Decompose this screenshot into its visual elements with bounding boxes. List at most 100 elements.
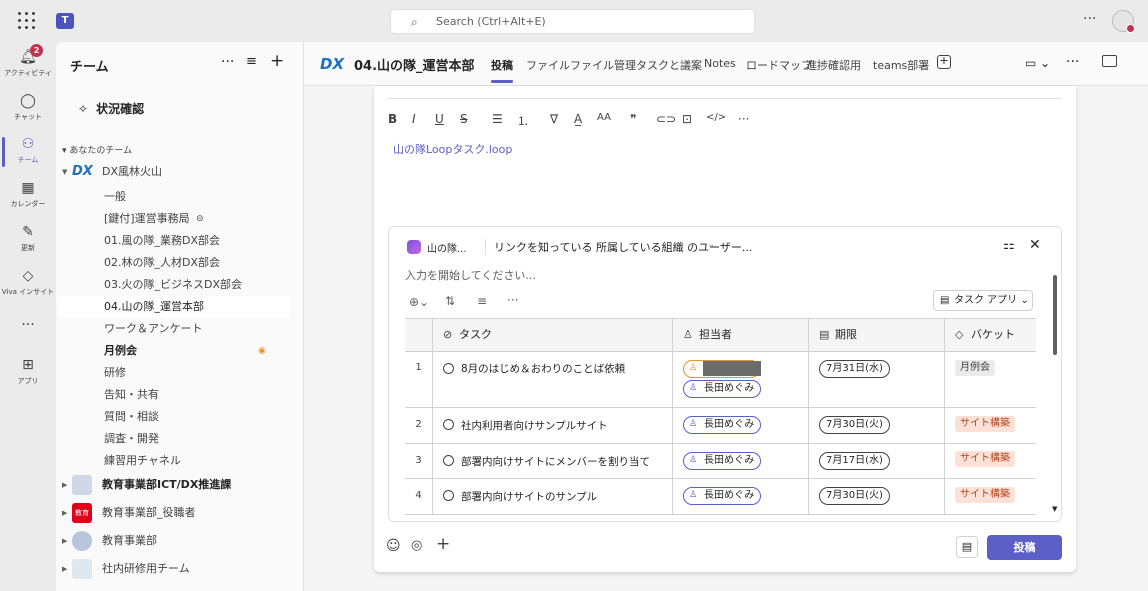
loop-input[interactable]: 入力を開始してください... bbox=[405, 267, 536, 283]
link-icon[interactable]: ⊂⊃ bbox=[656, 112, 676, 126]
column-header-task[interactable]: ⊘ タスク bbox=[433, 319, 673, 352]
loop-name[interactable]: 山の隊... bbox=[427, 240, 467, 255]
assignee-cell[interactable]: ♙ ♙ 長田めぐみ bbox=[673, 352, 809, 407]
bucket-cell[interactable]: サイト構築 bbox=[945, 479, 1036, 514]
filter-icon[interactable]: ≡ bbox=[477, 294, 487, 308]
numbered-list-icon[interactable]: ⒈ bbox=[517, 112, 529, 129]
rail-viva-insights[interactable]: ◇ Viva インサイト bbox=[0, 263, 56, 307]
search-input[interactable]: ⌕ Search (Ctrl+Alt+E) bbox=[390, 9, 755, 34]
more-format-icon[interactable]: ··· bbox=[738, 112, 749, 126]
team-item[interactable]: ▶ 教育 教育事業部_役職者 bbox=[56, 502, 303, 524]
tab-progress[interactable]: 進捗確認用 bbox=[806, 57, 861, 73]
channel-item[interactable]: 月例会 ◉ bbox=[56, 340, 303, 362]
task-app-dropdown[interactable]: ▤ タスク アプリ ⌄ bbox=[933, 290, 1033, 311]
more-options-icon[interactable]: ··· bbox=[1083, 11, 1096, 27]
user-avatar[interactable] bbox=[1112, 10, 1135, 33]
tab-notes[interactable]: Notes bbox=[704, 57, 736, 70]
loop-apps-icon[interactable]: ⚏ bbox=[1003, 238, 1015, 253]
format-icon[interactable]: ▤ bbox=[956, 536, 978, 558]
channel-item[interactable]: 研修 bbox=[56, 362, 303, 384]
assignee-pill[interactable]: ♙ 長田めぐみ bbox=[683, 487, 762, 505]
italic-icon[interactable]: I bbox=[412, 112, 416, 126]
post-button[interactable]: 投稿 bbox=[987, 535, 1062, 560]
highlight-icon[interactable]: ∇ bbox=[550, 112, 558, 126]
channel-item[interactable]: [鍵付]運営事務局 ⊝ bbox=[56, 208, 303, 230]
loop-file-link[interactable]: 山の隊Loopタスク.loop bbox=[393, 141, 512, 157]
assignee-cell[interactable]: ♙ 長田めぐみ bbox=[673, 444, 809, 478]
emoji-icon[interactable]: ☺ bbox=[386, 538, 401, 554]
strikethrough-icon[interactable]: S bbox=[460, 112, 468, 126]
team-item[interactable]: ▶ 教育事業部ICT/DX推進課 bbox=[56, 474, 303, 496]
chevron-down-icon[interactable]: ⌄ bbox=[707, 239, 715, 250]
due-cell[interactable]: 7月30日(火) bbox=[809, 479, 945, 514]
channel-item-selected[interactable]: 04.山の隊_運営本部 bbox=[59, 296, 290, 318]
rail-apps[interactable]: ⊞ アプリ bbox=[0, 352, 56, 396]
scroll-down-icon[interactable]: ▼ bbox=[1052, 505, 1057, 513]
column-header-assignee[interactable]: ♙ 担当者 bbox=[673, 319, 809, 352]
due-cell[interactable]: 7月31日(水) bbox=[809, 352, 945, 407]
task-cell[interactable]: 社内利用者向けサンプルサイト bbox=[433, 408, 673, 443]
bucket-cell[interactable]: 月例会 bbox=[945, 352, 1036, 407]
channel-item[interactable]: 調査・開発 bbox=[56, 428, 303, 450]
add-attachment-icon[interactable]: + bbox=[436, 534, 450, 554]
more-options-icon[interactable]: ··· bbox=[507, 293, 518, 307]
channel-item[interactable]: 練習用チャネル bbox=[56, 450, 303, 472]
due-cell[interactable]: 7月17日(水) bbox=[809, 444, 945, 478]
side-panel-icon[interactable] bbox=[1102, 55, 1117, 67]
assignee-pill[interactable]: ♙ 長田めぐみ bbox=[683, 380, 762, 398]
assignee-pill[interactable]: ♙ 長田めぐみ bbox=[683, 416, 762, 434]
channel-item[interactable]: 03.火の隊_ビジネスDX部会 bbox=[56, 274, 303, 296]
loop-component-icon[interactable]: ◎ bbox=[411, 538, 422, 553]
task-cell[interactable]: 8月のはじめ＆おわりのことば依頼 bbox=[433, 352, 673, 407]
filter-icon[interactable]: ≡ bbox=[246, 54, 257, 69]
video-call-icon[interactable]: ▭ ⌄ bbox=[1025, 56, 1050, 70]
scrollbar[interactable] bbox=[1053, 275, 1057, 355]
sort-icon[interactable]: ⇅ bbox=[445, 294, 455, 308]
channel-item[interactable]: 一般 bbox=[56, 186, 303, 208]
channel-item[interactable]: 告知・共有 bbox=[56, 384, 303, 406]
tab-roadmap[interactable]: ロードマップ bbox=[746, 57, 812, 73]
due-cell[interactable]: 7月30日(火) bbox=[809, 408, 945, 443]
underline-icon[interactable]: U bbox=[435, 112, 444, 126]
add-tab-icon[interactable]: + bbox=[937, 55, 951, 69]
add-icon[interactable]: + bbox=[270, 51, 284, 71]
status-check-item[interactable]: ✧ 状況確認 bbox=[78, 100, 144, 117]
code-block-icon[interactable]: ⊡ bbox=[682, 112, 692, 126]
assignee-pill[interactable]: ♙ 長田めぐみ bbox=[683, 452, 762, 470]
tab-posts[interactable]: 投稿 bbox=[491, 57, 513, 83]
more-options-icon[interactable]: ··· bbox=[1066, 54, 1079, 70]
close-icon[interactable]: ✕ bbox=[1029, 237, 1041, 253]
channel-item[interactable]: 01.風の隊_業務DX部会 bbox=[56, 230, 303, 252]
tab-file-management[interactable]: ファイル管理 bbox=[570, 57, 636, 73]
view-icon[interactable]: ⊕⌄ bbox=[409, 295, 429, 309]
complete-circle-icon[interactable] bbox=[443, 419, 454, 430]
channel-item[interactable]: ワーク＆アンケート bbox=[56, 318, 303, 340]
team-item[interactable]: ▶ 社内研修用チーム bbox=[56, 558, 303, 580]
assignee-cell[interactable]: ♙ 長田めぐみ bbox=[673, 408, 809, 443]
column-header-due[interactable]: ▤ 期限 bbox=[809, 319, 945, 352]
bucket-cell[interactable]: サイト構築 bbox=[945, 408, 1036, 443]
task-cell[interactable]: 部署内向けサイトのサンプル bbox=[433, 479, 673, 514]
rail-chat[interactable]: ◯ チャット bbox=[0, 88, 56, 132]
font-color-icon[interactable]: A̲ bbox=[574, 112, 582, 126]
table-row[interactable]: 3 部署内向けサイトにメンバーを割り当て ♙ 長田めぐみ 7月17日(水) サイト… bbox=[405, 444, 1036, 479]
complete-circle-icon[interactable] bbox=[443, 455, 454, 466]
team-item[interactable]: ▶ 教育事業部 bbox=[56, 530, 303, 552]
code-icon[interactable]: </> bbox=[706, 112, 726, 123]
complete-circle-icon[interactable] bbox=[443, 363, 454, 374]
app-launcher-icon[interactable] bbox=[18, 12, 36, 30]
assignee-cell[interactable]: ♙ 長田めぐみ bbox=[673, 479, 809, 514]
tab-teams-dept[interactable]: teams部署 bbox=[873, 57, 929, 73]
channel-item[interactable]: 質問・相談 bbox=[56, 406, 303, 428]
rail-more[interactable]: ··· bbox=[0, 312, 56, 356]
tab-tasks[interactable]: タスクと議案 bbox=[636, 57, 702, 73]
tab-files[interactable]: ファイル bbox=[526, 57, 570, 73]
table-row[interactable]: 2 社内利用者向けサンプルサイト ♙ 長田めぐみ 7月30日(火) サイト構築 bbox=[405, 408, 1036, 444]
column-header-bucket[interactable]: ◇ バケット bbox=[945, 319, 1036, 352]
font-size-icon[interactable]: AA bbox=[597, 112, 611, 123]
quote-icon[interactable]: ❞ bbox=[630, 112, 636, 126]
rail-activity[interactable]: 🔔︎ 2 アクティビティ bbox=[0, 44, 56, 88]
more-options-icon[interactable]: ··· bbox=[221, 54, 234, 70]
table-row[interactable]: 4 部署内向けサイトのサンプル ♙ 長田めぐみ 7月30日(火) サイト構築 bbox=[405, 479, 1036, 515]
rail-calendar[interactable]: ▦ カレンダー bbox=[0, 175, 56, 219]
